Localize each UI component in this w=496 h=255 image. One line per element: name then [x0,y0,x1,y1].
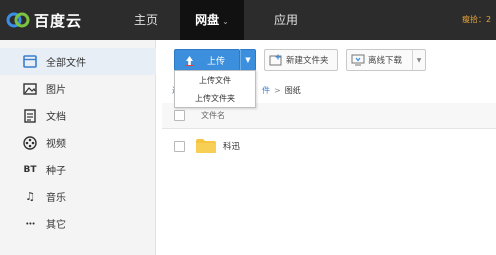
image-icon [22,81,38,97]
offline-download-button[interactable]: 离线下载 ▼ [346,49,426,71]
sidebar-item-images[interactable]: 图片 [0,75,156,102]
document-icon [22,108,38,124]
upload-label: 上传 [207,56,226,67]
select-all-checkbox[interactable] [174,110,185,121]
more-icon: ••• [25,219,35,228]
new-folder-icon [269,54,282,66]
folder-icon [22,54,38,70]
caret-down-icon: ▼ [245,56,251,64]
upload-button[interactable]: 上传 [174,49,240,71]
caret-down-icon[interactable]: ▼ [412,50,425,70]
sidebar-item-label: 图片 [46,85,66,96]
upload-icon [185,55,194,66]
nav-netdisk-label: 网盘 [195,13,220,27]
sidebar-item-label: 音乐 [46,193,66,204]
file-name[interactable]: 科迅 [223,140,240,152]
sidebar-item-label: 视频 [46,139,66,150]
upload-menu: 上传文件 上传文件夹 [174,70,256,108]
table-row[interactable]: 科迅 [162,133,496,159]
row-checkbox[interactable] [174,140,185,152]
cloud-logo-icon [6,12,30,28]
offline-download-label: 离线下载 [368,56,403,66]
breadcrumb-current: 图纸 [284,85,301,95]
new-folder-label: 新建文件夹 [286,56,329,66]
sidebar-item-other[interactable]: ••• 其它 [0,210,156,237]
nav-apps[interactable]: 应用 [256,0,316,40]
sidebar-item-label: 全部文件 [46,58,86,69]
nav-netdisk[interactable]: 网盘 ⌄ [180,0,244,40]
brand-name: 百度云 [34,11,83,30]
sidebar-item-label: 文档 [46,112,66,123]
video-icon [22,135,38,151]
upload-file-menu-item[interactable]: 上传文件 [175,72,255,89]
upload-folder-menu-item[interactable]: 上传文件夹 [175,90,255,107]
user-menu[interactable]: 瘦拾：2 [462,0,496,40]
sidebar-item-documents[interactable]: 文档 [0,102,156,129]
nav-home[interactable]: 主页 [118,0,174,40]
new-folder-button[interactable]: 新建文件夹 [264,49,338,71]
sidebar-item-label: 种子 [46,166,66,177]
bt-icon: BT [23,164,37,175]
column-header-name[interactable]: 文件名 [201,110,225,121]
sidebar-item-torrents[interactable]: BT 种子 [0,156,156,183]
sidebar-item-music[interactable]: ♫ 音乐 [0,183,156,210]
breadcrumb-parent-link[interactable]: 件 [262,85,270,96]
breadcrumb-separator: > [274,85,281,95]
upload-dropdown-toggle[interactable]: ▼ [240,49,256,71]
sidebar-item-videos[interactable]: 视频 [0,129,156,156]
chevron-down-icon: ⌄ [222,17,229,26]
sidebar-item-all-files[interactable]: 全部文件 [0,48,156,75]
top-bar: 百度云 主页 网盘 ⌄ 应用 瘦拾：2 [0,0,496,40]
music-icon: ♫ [25,190,35,203]
sidebar: 全部文件 图片 文档 视频 BT 种子 ♫ 音乐 ••• 其它 [0,40,156,255]
baidu-yun-app: 百度云 主页 网盘 ⌄ 应用 瘦拾：2 全部文件 图片 文档 视频 BT 种子 … [0,0,496,255]
folder-icon [196,139,216,153]
logo[interactable]: 百度云 [6,9,82,31]
sidebar-item-label: 其它 [46,220,66,231]
download-icon [351,54,365,66]
